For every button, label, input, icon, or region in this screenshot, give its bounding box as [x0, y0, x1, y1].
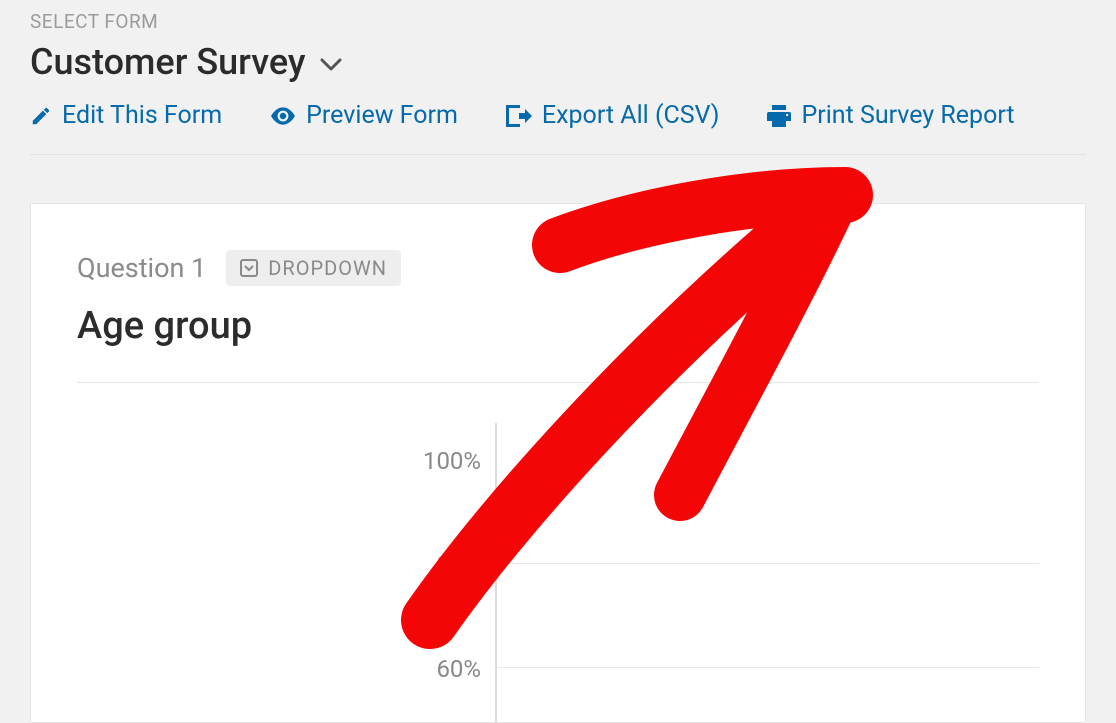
field-type-label: DROPDOWN	[268, 256, 387, 280]
question-card: Question 1 DROPDOWN Age group 100% 80% 6	[30, 203, 1086, 723]
action-bar: Edit This Form Preview Form Export All (…	[30, 101, 1086, 155]
preview-form-label: Preview Form	[306, 101, 458, 130]
form-selector-dropdown[interactable]: Customer Survey	[30, 41, 342, 83]
chart-gridlines	[495, 423, 1039, 723]
print-report-label: Print Survey Report	[801, 101, 1014, 130]
y-tick-100: 100%	[405, 447, 495, 475]
pencil-icon	[30, 105, 52, 127]
select-form-label: SELECT FORM	[30, 10, 1086, 33]
edit-form-label: Edit This Form	[62, 101, 222, 130]
export-csv-label: Export All (CSV)	[542, 101, 720, 130]
question-title: Age group	[77, 304, 1039, 383]
question-number-label: Question 1	[77, 252, 206, 284]
print-icon	[767, 105, 791, 127]
dropdown-field-icon	[240, 259, 258, 277]
chevron-down-icon	[320, 58, 342, 72]
export-csv-link[interactable]: Export All (CSV)	[506, 101, 720, 130]
y-tick-80: 80%	[405, 551, 495, 579]
edit-form-link[interactable]: Edit This Form	[30, 101, 222, 130]
print-report-link[interactable]: Print Survey Report	[767, 101, 1014, 130]
eye-icon	[270, 106, 296, 126]
chart-area: 100% 80% 60%	[77, 423, 1039, 723]
y-tick-60: 60%	[405, 655, 495, 683]
field-type-badge: DROPDOWN	[226, 250, 401, 286]
preview-form-link[interactable]: Preview Form	[270, 101, 458, 130]
export-icon	[506, 105, 532, 127]
form-name: Customer Survey	[30, 41, 306, 83]
